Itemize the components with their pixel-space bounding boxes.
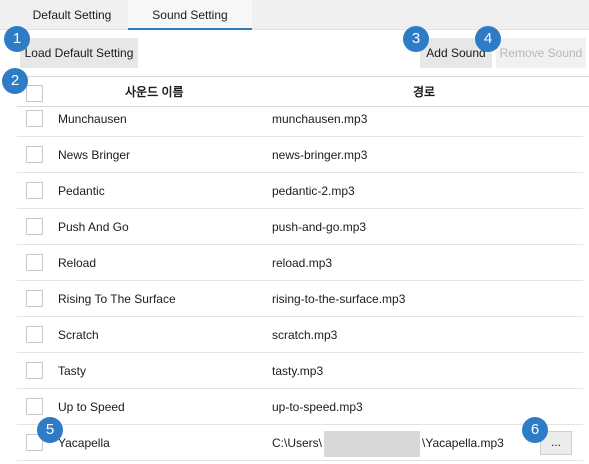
sound-name: Rising To The Surface	[58, 292, 176, 306]
sound-name: Reload	[58, 256, 97, 270]
sound-table: 사운드 이름 경로 Munchausen munchausen.mp3 News…	[17, 76, 589, 464]
tab-default-setting[interactable]: Default Setting	[18, 0, 126, 30]
sound-path: pedantic-2.mp3	[272, 184, 355, 198]
table-row[interactable]: Up to Speed up-to-speed.mp3	[17, 389, 583, 425]
sound-path: tasty.mp3	[272, 364, 324, 378]
tab-bar: Default Setting Sound Setting	[0, 0, 589, 30]
annotation-badge: 3	[403, 26, 429, 52]
table-row[interactable]: Reload reload.mp3	[17, 245, 583, 281]
row-checkbox[interactable]	[26, 290, 43, 307]
tab-sound-setting[interactable]: Sound Setting	[128, 0, 252, 30]
table-row[interactable]: Munchausen munchausen.mp3	[17, 101, 583, 137]
table-row[interactable]: Rising To The Surface rising-to-the-surf…	[17, 281, 583, 317]
annotation-badge: 2	[2, 68, 28, 94]
sound-path: munchausen.mp3	[272, 112, 368, 126]
row-checkbox[interactable]	[26, 362, 43, 379]
sound-path: news-bringer.mp3	[272, 148, 368, 162]
sound-path: C:\Users\ \Yacapella.mp3	[272, 425, 504, 461]
annotation-badge: 4	[475, 26, 501, 52]
row-checkbox[interactable]	[26, 218, 43, 235]
row-checkbox[interactable]	[26, 254, 43, 271]
redacted-username	[324, 430, 421, 457]
table-row[interactable]: Scratch scratch.mp3	[17, 317, 583, 353]
path-prefix: C:\Users\	[272, 436, 323, 450]
annotation-badge: 6	[522, 417, 548, 443]
sound-name: Pedantic	[58, 184, 105, 198]
load-default-setting-button[interactable]: Load Default Setting	[20, 38, 138, 68]
sound-name: Up to Speed	[58, 400, 125, 414]
annotation-badge: 5	[37, 417, 63, 443]
path-suffix: \Yacapella.mp3	[422, 436, 504, 450]
sound-name: Munchausen	[58, 112, 127, 126]
row-checkbox[interactable]	[26, 146, 43, 163]
row-checkbox[interactable]	[26, 326, 43, 343]
sound-path: scratch.mp3	[272, 328, 338, 342]
sound-name: Scratch	[58, 328, 99, 342]
select-all-checkbox[interactable]	[26, 85, 43, 102]
sound-name: Yacapella	[58, 436, 110, 450]
sound-name: News Bringer	[58, 148, 131, 162]
row-checkbox[interactable]	[26, 110, 43, 127]
sound-path: up-to-speed.mp3	[272, 400, 363, 414]
table-row[interactable]: Tasty tasty.mp3	[17, 353, 583, 389]
annotation-badge: 1	[4, 26, 30, 52]
table-row[interactable]: Pedantic pedantic-2.mp3	[17, 173, 583, 209]
row-checkbox[interactable]	[26, 398, 43, 415]
row-checkbox[interactable]	[26, 182, 43, 199]
table-row[interactable]: News Bringer news-bringer.mp3	[17, 137, 583, 173]
sound-name: Tasty	[58, 364, 87, 378]
sound-name: Push And Go	[58, 220, 129, 234]
table-row[interactable]: Yacapella C:\Users\ \Yacapella.mp3 ...	[17, 425, 583, 461]
sound-path: reload.mp3	[272, 256, 333, 270]
table-row[interactable]: Push And Go push-and-go.mp3	[17, 209, 583, 245]
sound-path: rising-to-the-surface.mp3	[272, 292, 406, 306]
sound-path: push-and-go.mp3	[272, 220, 367, 234]
remove-sound-button[interactable]: Remove Sound	[496, 38, 586, 68]
